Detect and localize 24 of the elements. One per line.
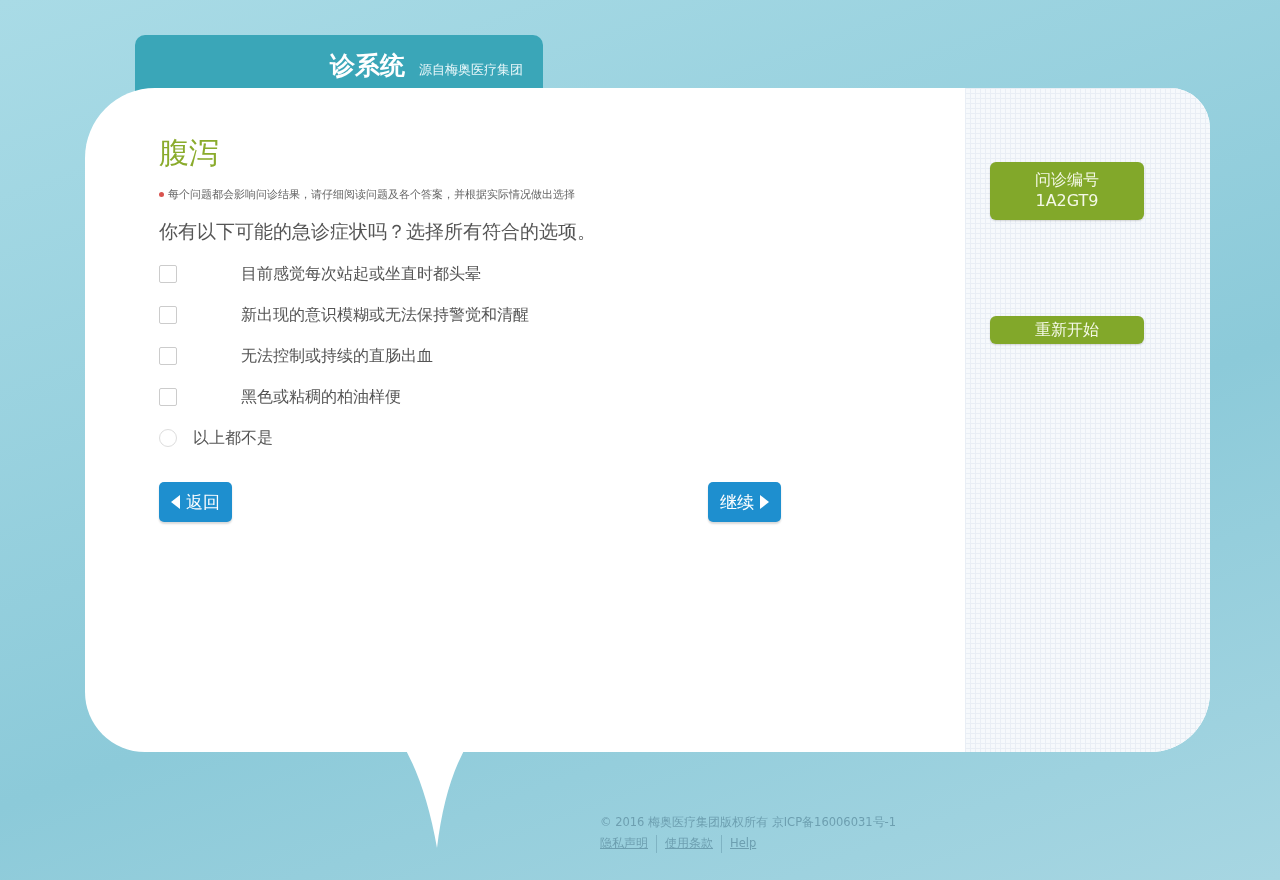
right-triangle-icon	[760, 495, 769, 510]
option-label: 黑色或粘稠的柏油样便	[240, 385, 401, 408]
instruction-note: 每个问题都会影响问诊结果，请仔细阅读问题及各个答案，并根据实际情况做出选择	[168, 187, 575, 202]
checkbox[interactable]	[159, 305, 177, 324]
checkbox[interactable]	[159, 387, 177, 406]
option-label: 目前感觉每次站起或坐直时都头晕	[240, 262, 481, 285]
option-label: 新出现的意识模糊或无法保持警觉和清醒	[240, 303, 529, 326]
checkbox[interactable]	[159, 264, 177, 283]
app-subtitle: 源自梅奥医疗集团	[419, 62, 523, 77]
question-text: 你有以下可能的急诊症状吗？选择所有符合的选项。	[159, 218, 597, 244]
question-topic: 腹泻	[159, 134, 220, 172]
left-triangle-icon	[171, 495, 180, 510]
back-button[interactable]: 返回	[159, 482, 232, 523]
consultation-code: 1A2GT9	[1034, 190, 1100, 212]
continue-button[interactable]: 继续	[708, 482, 781, 523]
restart-button[interactable]: 重新开始	[990, 315, 1144, 345]
option-label: 以上都不是	[193, 426, 273, 449]
code-label: 问诊编号	[1034, 170, 1100, 191]
radio-button[interactable]	[159, 428, 177, 447]
option-label: 无法控制或持续的直肠出血	[240, 344, 433, 367]
app-title: 诊系统	[330, 51, 405, 80]
checkbox[interactable]	[159, 346, 177, 365]
required-dot-icon	[159, 192, 164, 198]
consultation-code-button[interactable]: 问诊编号 1A2GT9	[990, 162, 1144, 220]
